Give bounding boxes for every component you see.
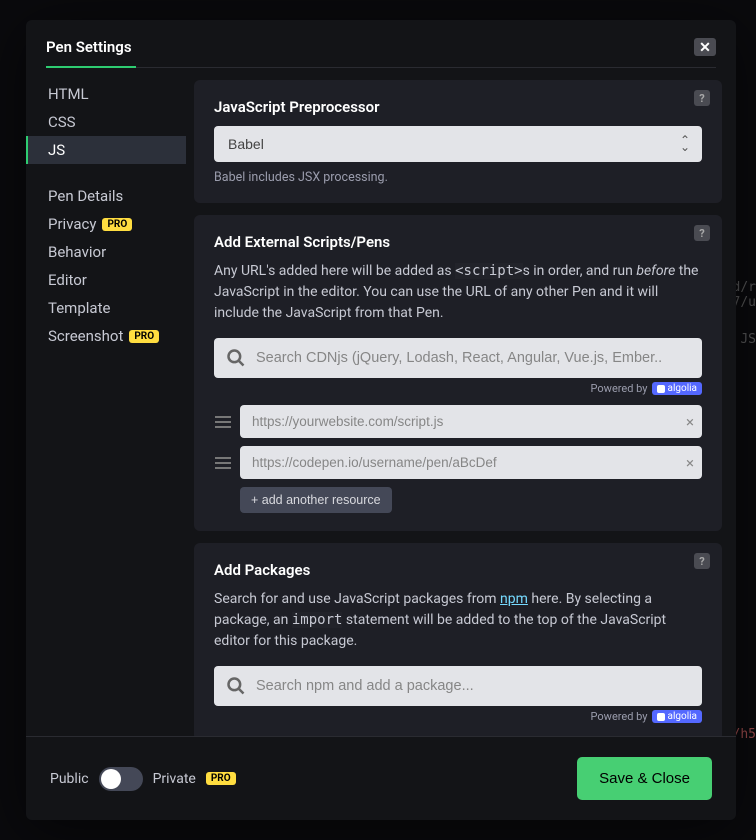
visibility-toggle-group: Public Private PRO: [50, 767, 236, 791]
search-icon: [226, 348, 246, 368]
save-close-button[interactable]: Save & Close: [577, 757, 712, 800]
pen-settings-modal: Pen Settings ✕ HTML CSS JS Pen Details P…: [26, 20, 736, 820]
panel-description: Any URL's added here will be added as <s…: [214, 261, 702, 324]
clear-icon[interactable]: ×: [686, 413, 694, 431]
sidebar-item-html[interactable]: HTML: [26, 80, 186, 108]
toggle-knob: [101, 769, 121, 789]
sidebar-item-pen-details[interactable]: Pen Details: [26, 182, 186, 210]
cdnjs-search-input[interactable]: [256, 350, 690, 366]
help-icon[interactable]: ?: [694, 553, 710, 569]
pro-badge: PRO: [206, 772, 236, 785]
resource-row: ×: [214, 446, 702, 479]
sidebar-item-css[interactable]: CSS: [26, 108, 186, 136]
preprocessor-select[interactable]: Babel: [214, 126, 702, 162]
modal-title: Pen Settings: [46, 38, 132, 56]
resource-url-input[interactable]: [240, 446, 702, 479]
preprocessor-hint: Babel includes JSX processing.: [214, 170, 702, 185]
npm-search[interactable]: [214, 666, 702, 706]
sidebar-item-screenshot[interactable]: ScreenshotPRO: [26, 322, 186, 350]
panel-title: Add Packages: [214, 561, 702, 579]
public-label: Public: [50, 771, 89, 787]
pro-badge: PRO: [129, 330, 159, 343]
powered-by-algolia: Powered by algolia: [214, 710, 702, 723]
add-packages-panel: ? Add Packages Search for and use JavaSc…: [194, 543, 722, 736]
drag-handle-icon[interactable]: [214, 416, 232, 428]
search-icon: [226, 676, 246, 696]
private-label: Private: [153, 771, 196, 787]
drag-handle-icon[interactable]: [214, 457, 232, 469]
add-resource-button[interactable]: + add another resource: [240, 487, 392, 513]
close-icon: ✕: [699, 39, 711, 56]
resource-url-input[interactable]: [240, 405, 702, 438]
settings-content: ? JavaScript Preprocessor Babel ⌃⌄ Babel…: [186, 68, 736, 736]
modal-header: Pen Settings ✕: [26, 20, 736, 68]
modal-footer: Public Private PRO Save & Close: [26, 736, 736, 820]
help-icon[interactable]: ?: [694, 90, 710, 106]
powered-by-algolia: Powered by algolia: [214, 382, 702, 395]
sidebar-item-behavior[interactable]: Behavior: [26, 238, 186, 266]
cdnjs-search[interactable]: [214, 338, 702, 378]
sidebar-item-privacy[interactable]: PrivacyPRO: [26, 210, 186, 238]
npm-search-input[interactable]: [256, 678, 690, 694]
clear-icon[interactable]: ×: [686, 454, 694, 472]
pro-badge: PRO: [102, 218, 132, 231]
close-button[interactable]: ✕: [694, 38, 716, 56]
panel-description: Search for and use JavaScript packages f…: [214, 589, 702, 652]
sidebar-item-editor[interactable]: Editor: [26, 266, 186, 294]
npm-link[interactable]: npm: [500, 591, 528, 607]
panel-title: Add External Scripts/Pens: [214, 233, 702, 251]
sidebar-item-js[interactable]: JS: [26, 136, 186, 164]
settings-sidebar: HTML CSS JS Pen Details PrivacyPRO Behav…: [26, 68, 186, 736]
help-icon[interactable]: ?: [694, 225, 710, 241]
panel-title: JavaScript Preprocessor: [214, 98, 702, 116]
preprocessor-panel: ? JavaScript Preprocessor Babel ⌃⌄ Babel…: [194, 80, 722, 203]
external-scripts-panel: ? Add External Scripts/Pens Any URL's ad…: [194, 215, 722, 531]
sidebar-item-template[interactable]: Template: [26, 294, 186, 322]
visibility-toggle[interactable]: [99, 767, 143, 791]
resource-row: ×: [214, 405, 702, 438]
